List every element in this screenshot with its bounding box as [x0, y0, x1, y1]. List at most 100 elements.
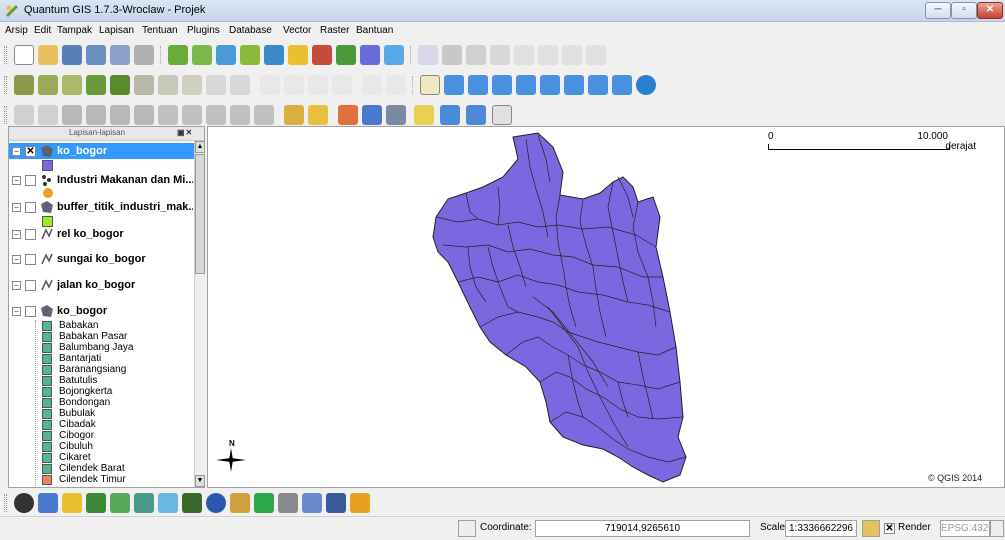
measure-angle-icon[interactable] — [134, 105, 154, 125]
raster-terrain-icon[interactable] — [254, 493, 274, 513]
split-features-icon[interactable] — [182, 75, 202, 95]
category-item[interactable]: Cilendek Timur — [9, 474, 195, 485]
category-item[interactable]: Cibogor — [9, 430, 195, 441]
category-item[interactable]: Babakan — [9, 320, 195, 331]
diagram-icon[interactable] — [386, 75, 406, 95]
expand-toggle[interactable]: − — [12, 230, 21, 239]
expand-toggle[interactable]: − — [12, 255, 21, 264]
measure-line-icon[interactable] — [86, 105, 106, 125]
copyright-decoration-icon[interactable] — [14, 493, 34, 513]
spit-icon[interactable] — [302, 493, 322, 513]
expand-toggle[interactable]: − — [12, 281, 21, 290]
expand-toggle[interactable]: − — [12, 176, 21, 185]
delete-selected-icon[interactable] — [514, 45, 534, 65]
north-arrow-decoration-icon[interactable] — [206, 493, 226, 513]
close-button[interactable]: ✕ — [977, 2, 1003, 19]
deselect-icon[interactable] — [338, 105, 358, 125]
menu-database[interactable]: Database — [229, 25, 272, 36]
open-project-icon[interactable] — [38, 45, 58, 65]
zoom-last-icon[interactable] — [588, 75, 608, 95]
toolbar-grip[interactable] — [4, 46, 7, 64]
zoom-layer-icon[interactable] — [540, 75, 560, 95]
add-postgis-icon[interactable] — [216, 45, 236, 65]
zoom-selection-icon[interactable] — [516, 75, 536, 95]
layer-visibility-checkbox[interactable] — [25, 280, 36, 291]
category-item[interactable]: Babakan Pasar — [9, 331, 195, 342]
menu-plugins[interactable]: Plugins — [187, 25, 220, 36]
road-graph-icon[interactable] — [278, 493, 298, 513]
fill-ring-icon[interactable] — [308, 75, 328, 95]
python-console-icon[interactable] — [440, 105, 460, 125]
new-shapefile-icon[interactable] — [288, 45, 308, 65]
category-item[interactable]: Bubulak — [9, 408, 195, 419]
interpolation-icon[interactable] — [158, 493, 178, 513]
layer-jalan-ko-bogor[interactable]: − jalan ko_bogor — [9, 277, 195, 293]
georeferencer-icon[interactable] — [134, 493, 154, 513]
layer-visibility-checkbox[interactable]: ✕ — [25, 146, 36, 157]
scale-field[interactable]: 1:3336662296 — [785, 520, 857, 537]
city-boundary-polygon[interactable] — [432, 132, 687, 483]
redo-icon[interactable] — [38, 105, 58, 125]
delete-ring-icon[interactable] — [86, 75, 106, 95]
layer-ko-bogor-selected[interactable]: − ✕ ko_bogor — [9, 143, 195, 159]
cut-features-icon[interactable] — [538, 45, 558, 65]
scroll-down-arrow-icon[interactable]: ▼ — [195, 475, 205, 487]
category-item[interactable]: Bondongan — [9, 397, 195, 408]
save-project-icon[interactable] — [62, 45, 82, 65]
coordinate-capture-icon[interactable] — [62, 493, 82, 513]
pan-tool-icon[interactable] — [420, 75, 440, 95]
copy-features-icon[interactable] — [562, 45, 582, 65]
coordinate-toggle-icon[interactable] — [458, 520, 476, 537]
undo-icon[interactable] — [14, 105, 34, 125]
menu-arsip[interactable]: Arsip — [5, 25, 28, 36]
category-item[interactable]: Batutulis — [9, 375, 195, 386]
add-wms-icon[interactable] — [264, 45, 284, 65]
save-edits-icon[interactable] — [442, 45, 462, 65]
zoom-in-icon[interactable] — [444, 75, 464, 95]
layer-visibility-checkbox[interactable] — [25, 175, 36, 186]
offset-curve-icon[interactable] — [158, 75, 178, 95]
reshape-icon[interactable] — [134, 75, 154, 95]
stop-render-icon[interactable] — [862, 520, 880, 537]
maximize-button[interactable]: ▫ — [951, 2, 977, 19]
scroll-thumb[interactable] — [195, 154, 205, 274]
menu-bantuan[interactable]: Bantuan — [356, 25, 393, 36]
category-item[interactable]: Bantarjati — [9, 353, 195, 364]
coordinate-field[interactable]: 719014,9265610 — [535, 520, 750, 537]
new-spatialite-icon[interactable] — [312, 45, 332, 65]
simplify-icon[interactable] — [284, 75, 304, 95]
zoom-actual-icon[interactable] — [564, 75, 584, 95]
refresh-icon[interactable] — [636, 75, 656, 95]
measure-area-icon[interactable] — [110, 105, 130, 125]
new-bookmark-icon[interactable] — [182, 105, 202, 125]
category-item[interactable]: Cibuluh — [9, 441, 195, 452]
add-wcs-icon[interactable] — [384, 45, 404, 65]
add-vector-icon[interactable] — [168, 45, 188, 65]
layer-visibility-checkbox[interactable] — [25, 202, 36, 213]
map-tips-icon[interactable] — [158, 105, 178, 125]
zoom-out-icon[interactable] — [468, 75, 488, 95]
attribute-table-icon[interactable] — [362, 105, 382, 125]
layers-scrollbar[interactable]: ▲ ▼ — [194, 141, 205, 487]
heatmap-icon[interactable] — [182, 493, 202, 513]
move-feature-icon[interactable] — [466, 45, 486, 65]
category-item[interactable]: Baranangsiang — [9, 364, 195, 375]
layer-buffer-titik-industri[interactable]: − buffer_titik_industri_mak... — [9, 199, 195, 215]
merge-attributes-icon[interactable] — [230, 75, 250, 95]
category-item[interactable]: Balumbang Jaya — [9, 342, 195, 353]
expand-toggle[interactable]: − — [12, 147, 21, 156]
add-feature-icon[interactable] — [14, 75, 34, 95]
minimize-button[interactable]: ─ — [925, 2, 951, 19]
category-item[interactable]: Cilendek Barat — [9, 463, 195, 474]
select-features-icon[interactable] — [284, 105, 304, 125]
show-bookmarks-icon[interactable] — [206, 105, 226, 125]
node-tool-icon[interactable] — [490, 45, 510, 65]
render-checkbox[interactable]: ✕ — [884, 523, 895, 534]
toolbar-grip[interactable] — [4, 106, 7, 124]
ko-bogor-map[interactable] — [208, 127, 1004, 487]
home-icon[interactable] — [466, 105, 486, 125]
add-delimited-icon[interactable] — [360, 45, 380, 65]
sql-anywhere-icon[interactable] — [326, 493, 346, 513]
oracle-spatial-icon[interactable] — [230, 493, 250, 513]
expand-toggle[interactable]: − — [12, 203, 21, 212]
